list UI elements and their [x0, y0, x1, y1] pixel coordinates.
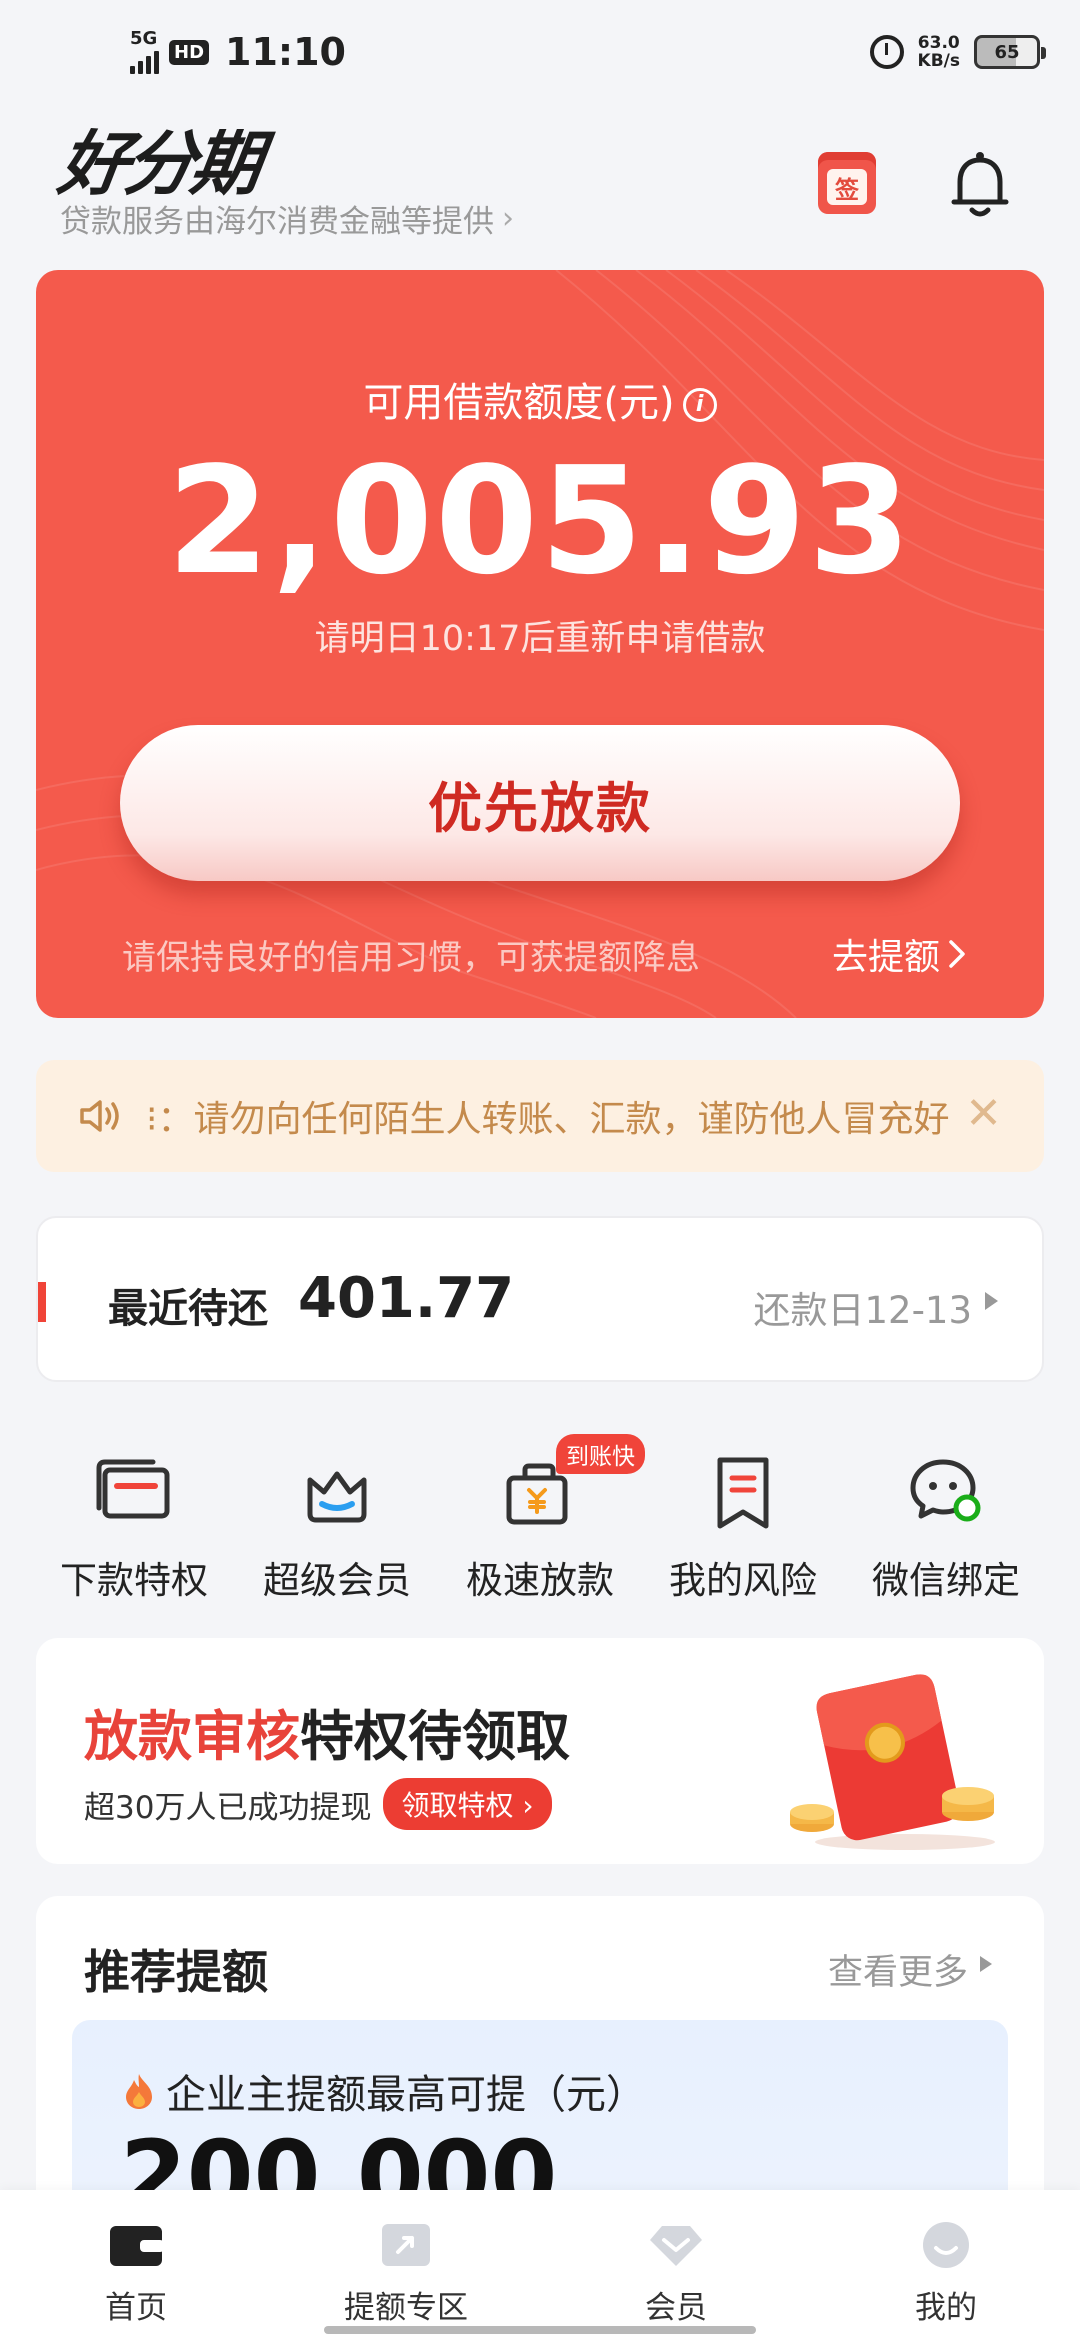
quick-item-wechat-bind[interactable]: 微信绑定 — [848, 1420, 1044, 1610]
recent-repayment-card[interactable]: 最近待还 401.77 还款日12-13 — [36, 1216, 1044, 1382]
caret-right-icon — [980, 1956, 992, 1972]
notice-text: ⁝：请勿向任何陌生人转账、汇款，谨防他人冒充好 — [146, 1099, 950, 1140]
speaker-icon — [80, 1100, 119, 1132]
credit-limit-card: 可用借款额度(元) i 2,005.93 请明日10:17后重新申请借款 优先放款… — [36, 270, 1044, 1018]
business-limit-label: 企业主提额最高可提（元） — [166, 2072, 646, 2118]
alarm-icon — [869, 35, 904, 69]
fast-badge: 到账快 — [556, 1434, 645, 1474]
repayment-amount: 401.77 — [298, 1266, 515, 1331]
promo-title-highlight: 放款审核 — [84, 1705, 300, 1768]
view-more-link[interactable]: 查看更多 — [828, 1944, 968, 1995]
bell-icon[interactable] — [950, 150, 1010, 220]
tab-label: 首页 — [105, 2290, 167, 2326]
caret-right-icon — [985, 1292, 998, 1310]
flame-icon — [126, 2074, 152, 2109]
clock: 11:10 — [225, 30, 346, 74]
speed-unit: KB/s — [917, 51, 960, 71]
speed-value: 63.0 — [917, 33, 960, 53]
smile-icon — [923, 2222, 969, 2268]
signal-icon — [130, 48, 159, 74]
battery-level: 65 — [994, 41, 1020, 63]
raise-limit-link[interactable]: 去提额 — [832, 928, 966, 980]
tab-label: 提额专区 — [344, 2290, 468, 2326]
credit-limit-label-text: 可用借款额度(元) — [363, 380, 675, 426]
quick-item-label: 超级会员 — [263, 1559, 411, 1602]
wechat-icon — [910, 1459, 981, 1522]
diamond-icon — [650, 2226, 702, 2266]
arrow-card-icon — [382, 2224, 430, 2266]
wallet-icon — [110, 2226, 164, 2266]
claim-privilege-button[interactable]: 领取特权 › — [383, 1778, 552, 1830]
tab-mine[interactable]: 我的 — [836, 2190, 1056, 2340]
quick-item-label: 微信绑定 — [872, 1559, 1020, 1602]
bottom-tab-bar: 首页 提额专区 会员 我的 — [0, 2190, 1080, 2340]
chevron-right-icon: › — [502, 201, 514, 236]
lender-info-link[interactable]: 贷款服务由海尔消费金融等提供 › — [60, 196, 514, 241]
tab-label: 会员 — [645, 2290, 707, 2326]
status-right: 63.0 KB/s 65 — [869, 34, 1046, 70]
red-envelope-illustration — [790, 1674, 995, 1850]
battery-icon: 65 — [974, 35, 1046, 69]
checkin-label: 签 — [827, 169, 867, 205]
quick-item-label: 我的风险 — [669, 1559, 817, 1602]
tab-limit-zone[interactable]: 提额专区 — [296, 2190, 516, 2340]
repayment-date: 还款日12-13 — [753, 1289, 972, 1332]
quick-item-label: 极速放款 — [466, 1559, 614, 1602]
home-indicator[interactable] — [324, 2326, 756, 2334]
info-icon[interactable]: i — [682, 388, 717, 422]
reapply-hint: 请明日10:17后重新申请借款 — [314, 619, 766, 659]
priority-loan-button[interactable]: 优先放款 — [120, 725, 960, 881]
promo-title: 放款审核特权待领取 — [84, 1692, 570, 1771]
status-left: 5G HD 11:10 — [130, 30, 346, 74]
credit-limit-amount: 2,005.93 — [166, 435, 914, 607]
bookmark-icon — [717, 1457, 769, 1529]
promo-subtitle: 超30万人已成功提现 — [84, 1789, 372, 1826]
credit-tip: 请保持良好的信用习惯，可获提额降息 — [122, 938, 700, 978]
tab-label: 我的 — [915, 2290, 977, 2326]
checkin-calendar-icon[interactable]: 签 — [818, 152, 876, 214]
repayment-label: 最近待还 — [108, 1286, 268, 1332]
network-speed: 63.0 KB/s — [918, 34, 960, 70]
status-bar: 5G HD 11:10 63.0 KB/s 65 — [0, 0, 1080, 110]
anti-fraud-notice: ⁝：请勿向任何陌生人转账、汇款，谨防他人冒充好 ✕ — [36, 1060, 1044, 1172]
quick-menu: 下款特权 超级会员 到账快 极速放款 我的风险 微信绑定 — [36, 1420, 1044, 1610]
quick-item-super-member[interactable]: 超级会员 — [239, 1420, 435, 1610]
close-icon[interactable]: ✕ — [965, 1088, 1002, 1139]
section-title: 推荐提额 — [84, 1945, 268, 1999]
tab-home[interactable]: 首页 — [26, 2190, 246, 2340]
credit-limit-label: 可用借款额度(元) i — [36, 370, 1044, 428]
network-type: 5G — [130, 28, 158, 49]
promo-subtitle-row: 超30万人已成功提现 领取特权 › — [84, 1778, 552, 1830]
app-screen: 5G HD 11:10 63.0 KB/s 65 好分期 贷款服务由海尔消费金融… — [0, 0, 1080, 2340]
chevron-right-icon — [949, 940, 965, 968]
quick-item-my-risk[interactable]: 我的风险 — [645, 1420, 841, 1610]
card-icon — [96, 1459, 170, 1519]
quick-item-loan-privilege[interactable]: 下款特权 — [36, 1420, 232, 1610]
crown-icon — [307, 1471, 367, 1523]
network-indicator: 5G — [130, 30, 159, 74]
promo-title-rest: 特权待领取 — [300, 1705, 570, 1768]
raise-limit-label: 去提额 — [831, 937, 940, 978]
quick-item-fast-loan[interactable]: 到账快 极速放款 — [442, 1420, 645, 1610]
accent-bar — [38, 1282, 46, 1322]
business-limit-label-row: 企业主提额最高可提（元） — [124, 2062, 646, 2120]
brand-logo: 好分期 — [53, 123, 263, 205]
privilege-promo-card[interactable]: 放款审核特权待领取 超30万人已成功提现 领取特权 › — [36, 1638, 1044, 1864]
tab-member[interactable]: 会员 — [566, 2190, 786, 2340]
quick-item-label: 下款特权 — [60, 1559, 208, 1602]
lender-info-text: 贷款服务由海尔消费金融等提供 — [60, 204, 494, 240]
hd-badge: HD — [169, 39, 210, 65]
